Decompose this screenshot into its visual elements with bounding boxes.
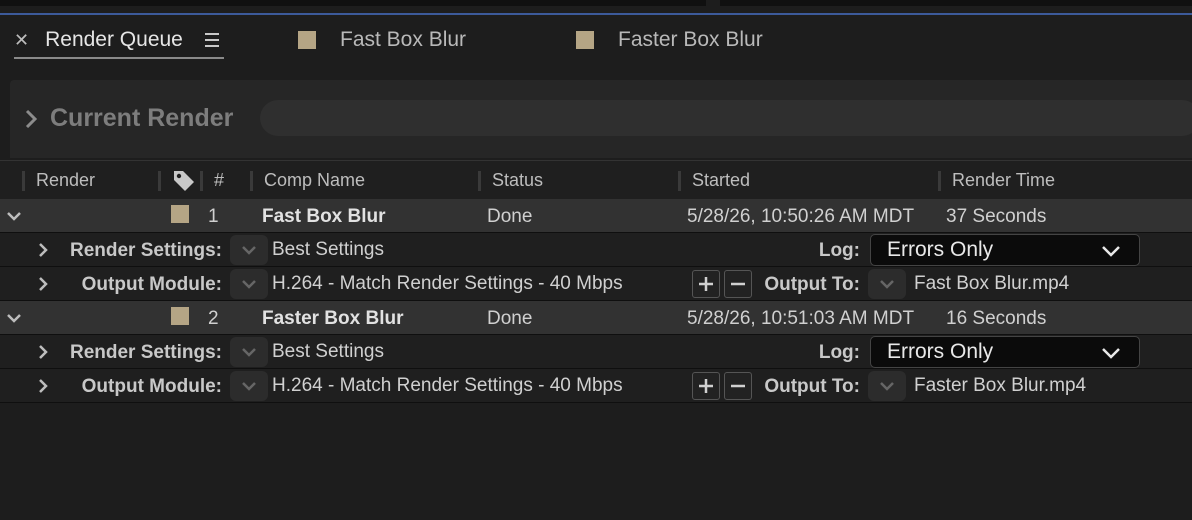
comp-label-swatch[interactable]: [171, 205, 189, 223]
item-number: 1: [208, 206, 219, 227]
output-to-label: Output To:: [764, 376, 860, 397]
comp-label-swatch[interactable]: [171, 307, 189, 325]
output-module-label: Output Module:: [81, 376, 222, 397]
render-settings-label: Render Settings:: [69, 342, 222, 363]
log-value: Errors Only: [887, 238, 994, 261]
render-settings-dropdown[interactable]: [230, 337, 268, 367]
plus-icon: [699, 277, 713, 291]
header-number[interactable]: #: [214, 170, 224, 191]
column-divider[interactable]: [478, 171, 481, 191]
comp-label-swatch: [576, 31, 594, 49]
chevron-down-icon: [1102, 246, 1120, 257]
output-to-label: Output To:: [764, 274, 860, 295]
tab-bar: ✕ Render Queue Fast Box Blur Faster Box …: [0, 15, 1192, 65]
header-render-time[interactable]: Render Time: [952, 170, 1055, 191]
column-divider[interactable]: [158, 171, 161, 191]
output-to-value[interactable]: Faster Box Blur.mp4: [914, 375, 1086, 397]
output-module-value[interactable]: H.264 - Match Render Settings - 40 Mbps: [272, 375, 623, 397]
item-render-time: 37 Seconds: [946, 206, 1047, 227]
chevron-down-icon: [880, 280, 894, 289]
chevron-down-icon: [242, 280, 256, 289]
output-module-row: Output Module: H.264 - Match Render Sett…: [0, 267, 1192, 301]
tab-faster-box-blur[interactable]: Faster Box Blur: [576, 15, 763, 65]
item-status: Done: [487, 308, 533, 329]
comp-label-swatch: [298, 31, 316, 49]
item-status: Done: [487, 206, 533, 227]
column-divider[interactable]: [22, 171, 25, 191]
minus-icon: [731, 384, 745, 388]
render-progress-bar: [260, 100, 1192, 136]
panel-menu-icon[interactable]: [204, 33, 219, 47]
plus-icon: [699, 379, 713, 393]
render-settings-row: Render Settings: Best Settings Log: Erro…: [0, 233, 1192, 267]
output-module-label: Output Module:: [81, 274, 222, 295]
chevron-right-icon[interactable]: [38, 378, 48, 394]
item-started: 5/28/26, 10:51:03 AM MDT: [687, 308, 915, 329]
item-comp-name: Fast Box Blur: [262, 206, 386, 227]
chevron-down-icon: [1102, 348, 1120, 359]
log-dropdown[interactable]: Errors Only: [870, 336, 1140, 368]
render-settings-label: Render Settings:: [69, 240, 222, 261]
output-to-dropdown[interactable]: [868, 371, 906, 401]
tab-label: Fast Box Blur: [340, 28, 467, 51]
chevron-right-icon[interactable]: [24, 108, 38, 130]
header-status[interactable]: Status: [492, 170, 543, 191]
log-value: Errors Only: [887, 340, 994, 363]
render-queue-item[interactable]: 1 Fast Box Blur Done 5/28/26, 10:50:26 A…: [0, 199, 1192, 233]
render-settings-row: Render Settings: Best Settings Log: Erro…: [0, 335, 1192, 369]
chevron-down-icon: [242, 348, 256, 357]
add-output-module-button[interactable]: [692, 372, 720, 400]
log-label: Log:: [818, 240, 860, 261]
tab-label: Faster Box Blur: [618, 28, 763, 51]
minus-icon: [731, 282, 745, 286]
header-started[interactable]: Started: [692, 170, 750, 191]
close-icon[interactable]: ✕: [14, 30, 29, 51]
remove-output-module-button[interactable]: [724, 372, 752, 400]
render-settings-dropdown[interactable]: [230, 235, 268, 265]
chevron-down-icon: [242, 382, 256, 391]
chevron-down-icon[interactable]: [6, 211, 22, 221]
current-render-label: Current Render: [50, 104, 234, 132]
header-comp-name[interactable]: Comp Name: [264, 170, 365, 191]
active-tab-underline: [14, 57, 224, 59]
item-number: 2: [208, 308, 219, 329]
top-panel-edge: [0, 0, 706, 6]
panel-top-strip: [0, 0, 1192, 15]
render-settings-value[interactable]: Best Settings: [272, 239, 384, 261]
output-module-dropdown[interactable]: [230, 371, 268, 401]
add-output-module-button[interactable]: [692, 270, 720, 298]
current-render-section: Current Render: [10, 80, 1192, 158]
column-header-row: Render # Comp Name Status Started Render…: [0, 160, 1192, 199]
item-started: 5/28/26, 10:50:26 AM MDT: [687, 206, 915, 227]
chevron-down-icon: [880, 382, 894, 391]
header-render[interactable]: Render: [36, 170, 95, 191]
remove-output-module-button[interactable]: [724, 270, 752, 298]
output-module-row: Output Module: H.264 - Match Render Sett…: [0, 369, 1192, 403]
column-divider[interactable]: [678, 171, 681, 191]
chevron-right-icon[interactable]: [38, 242, 48, 258]
tab-fast-box-blur[interactable]: Fast Box Blur: [298, 15, 466, 65]
top-panel-edge: [720, 0, 1192, 6]
item-render-time: 16 Seconds: [946, 308, 1047, 329]
output-module-value[interactable]: H.264 - Match Render Settings - 40 Mbps: [272, 273, 623, 295]
render-queue-item[interactable]: 2 Faster Box Blur Done 5/28/26, 10:51:03…: [0, 301, 1192, 335]
log-dropdown[interactable]: Errors Only: [870, 234, 1140, 266]
output-to-value[interactable]: Fast Box Blur.mp4: [914, 273, 1069, 295]
column-divider[interactable]: [200, 171, 203, 191]
output-module-dropdown[interactable]: [230, 269, 268, 299]
item-comp-name: Faster Box Blur: [262, 308, 404, 329]
render-settings-value[interactable]: Best Settings: [272, 341, 384, 363]
log-label: Log:: [818, 342, 860, 363]
chevron-right-icon[interactable]: [38, 276, 48, 292]
column-divider[interactable]: [938, 171, 941, 191]
chevron-down-icon[interactable]: [6, 313, 22, 323]
column-divider[interactable]: [250, 171, 253, 191]
output-to-dropdown[interactable]: [868, 269, 906, 299]
label-tag-icon[interactable]: [172, 168, 196, 192]
chevron-right-icon[interactable]: [38, 344, 48, 360]
chevron-down-icon: [242, 246, 256, 255]
tab-label: Render Queue: [45, 28, 183, 51]
